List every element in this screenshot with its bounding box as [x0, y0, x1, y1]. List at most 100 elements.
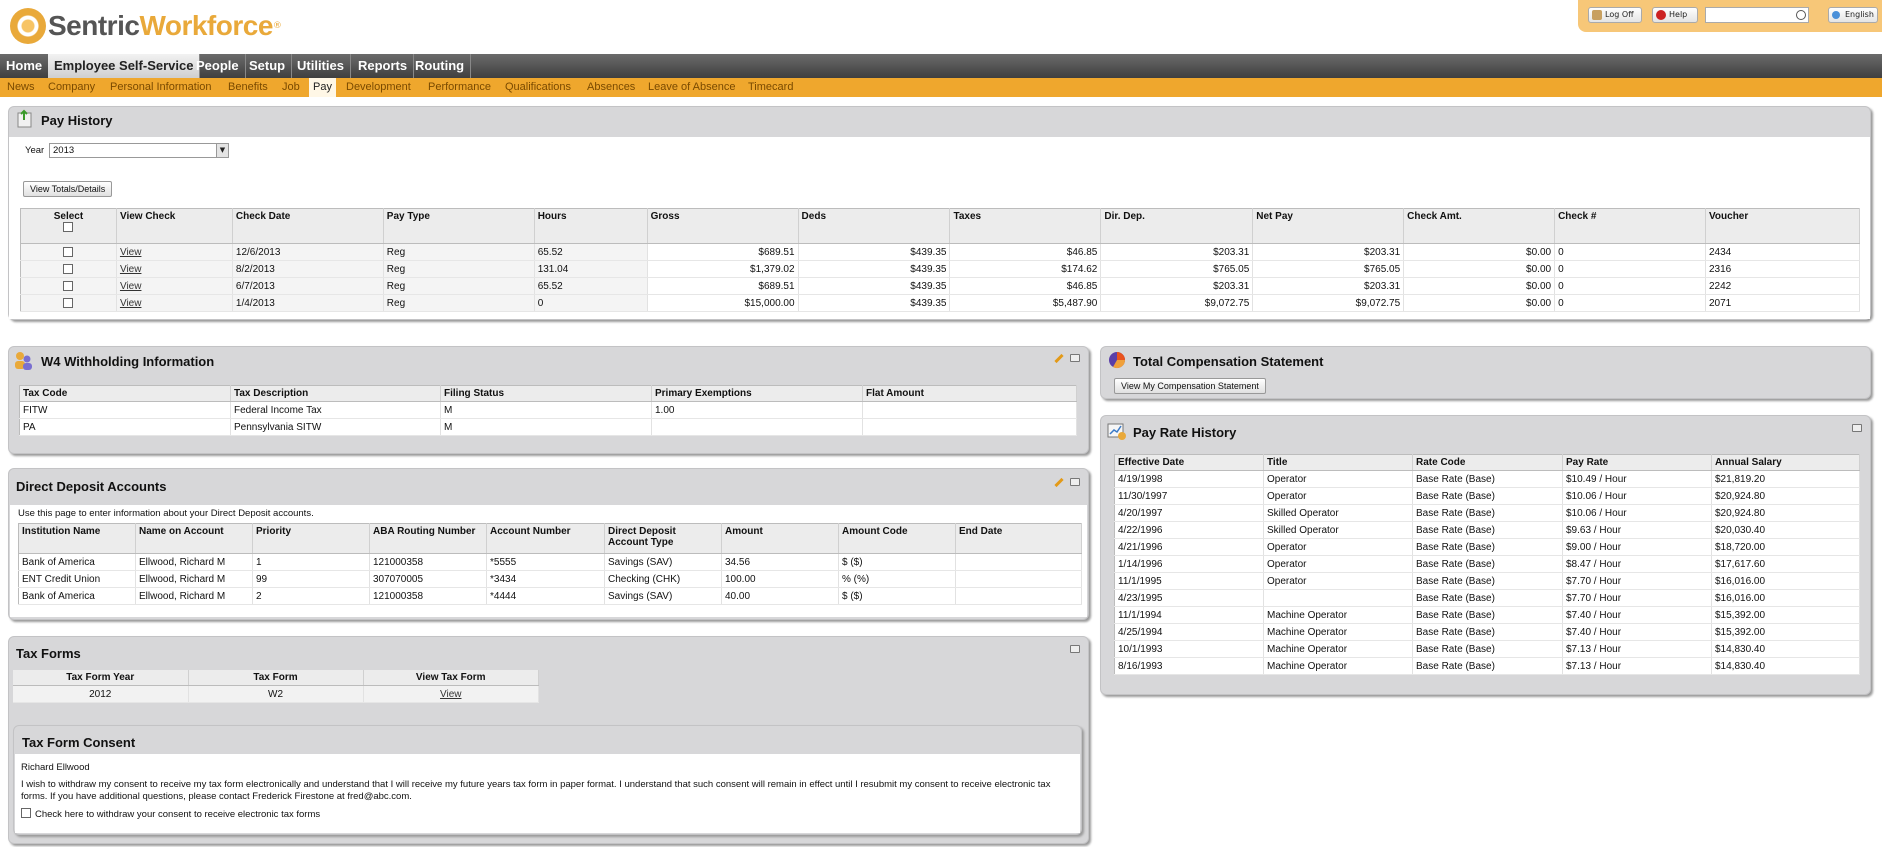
row-checkbox[interactable] [63, 263, 74, 274]
direct-deposit-table: Institution Name Name on Account Priorit… [18, 523, 1082, 605]
nav-utilities[interactable]: Utilities [291, 54, 351, 78]
search-input[interactable] [1705, 7, 1809, 23]
subnav-company[interactable]: Company [48, 78, 95, 97]
language-select[interactable]: English [1828, 7, 1878, 23]
nav-home[interactable]: Home [0, 54, 50, 78]
help-button[interactable]: Help [1652, 7, 1698, 23]
hours-cell: 65.52 [534, 277, 648, 295]
primary-exemptions-cell [651, 418, 863, 436]
year-label: Year [25, 145, 45, 156]
nav-employee-self-service[interactable]: Employee Self-Service [48, 54, 201, 78]
brand-registered-mark: ® [272, 21, 282, 31]
print-icon[interactable] [1070, 645, 1080, 653]
row-checkbox[interactable] [63, 280, 74, 291]
subnav-absences[interactable]: Absences [587, 78, 635, 97]
institution-name-cell: ENT Credit Union [18, 570, 136, 588]
deds-cell: $439.35 [798, 277, 951, 295]
effective-date-cell: 11/30/1997 [1114, 487, 1264, 505]
pay-rate-cell: $7.40 / Hour [1562, 606, 1712, 624]
table-row: View 1/4/2013 Reg 0 $15,000.00 $439.35 $… [20, 294, 1861, 312]
print-icon[interactable] [1070, 478, 1080, 486]
subnav-qualifications[interactable]: Qualifications [505, 78, 571, 97]
view-compensation-statement-button[interactable]: View My Compensation Statement [1114, 378, 1266, 394]
col-check-date: Check Date [232, 208, 384, 244]
view-tax-form-link[interactable]: View [440, 689, 462, 700]
col-deds: Deds [798, 208, 951, 244]
edit-pencil-icon[interactable] [1054, 477, 1064, 487]
withdraw-consent-checkbox[interactable] [21, 808, 31, 818]
view-check-link[interactable]: View [120, 247, 142, 258]
view-totals-details-button[interactable]: View Totals/Details [23, 181, 113, 197]
table-row: 1/14/1996 Operator Base Rate (Base) $8.47 /… [1114, 555, 1860, 573]
print-icon[interactable] [1070, 354, 1080, 362]
subnav-job[interactable]: Job [282, 78, 300, 97]
row-checkbox[interactable] [63, 297, 74, 308]
filing-status-cell: M [440, 401, 652, 419]
amount-code-cell: $ ($) [838, 553, 956, 571]
col-amount-code: Amount Code [838, 523, 956, 554]
check-number-cell: 0 [1554, 243, 1706, 261]
year-select[interactable]: 2013 ▼ [49, 143, 229, 158]
subnav-benefits[interactable]: Benefits [228, 78, 268, 97]
people-icon [15, 352, 32, 370]
consent-text-line2: forms. If you have additional questions,… [21, 791, 412, 802]
rate-chart-icon [1107, 423, 1126, 440]
row-select-cell [20, 260, 117, 278]
view-check-link[interactable]: View [120, 264, 142, 275]
subnav-timecard[interactable]: Timecard [748, 78, 793, 97]
subnav-development[interactable]: Development [346, 78, 411, 97]
name-on-account-cell: Ellwood, Richard M [135, 553, 253, 571]
row-checkbox[interactable] [63, 246, 74, 257]
subnav-news[interactable]: News [7, 78, 35, 97]
nav-setup[interactable]: Setup [243, 54, 293, 78]
col-institution-name: Institution Name [18, 523, 136, 554]
table-row: View 12/6/2013 Reg 65.52 $689.51 $439.35… [20, 243, 1861, 261]
view-check-cell: View [116, 243, 233, 261]
table-row: 11/1/1994 Machine Operator Base Rate (Base… [1114, 606, 1860, 624]
taxes-cell: $46.85 [949, 277, 1102, 295]
col-voucher: Voucher [1705, 208, 1861, 244]
effective-date-cell: 4/25/1994 [1114, 623, 1264, 641]
taxes-cell: $174.62 [949, 260, 1102, 278]
net-pay-cell: $203.31 [1252, 277, 1405, 295]
select-all-checkbox[interactable] [63, 222, 74, 233]
header: Sentric Workforce ® Log Off Help English [0, 0, 1882, 54]
hours-cell: 131.04 [534, 260, 648, 278]
sentric-workforce-logo[interactable]: Sentric Workforce ® [10, 6, 282, 46]
subnav-performance[interactable]: Performance [428, 78, 491, 97]
voucher-cell: 2316 [1705, 260, 1861, 278]
search-icon[interactable] [1796, 10, 1806, 20]
nav-people[interactable]: People [190, 54, 246, 78]
rate-code-cell: Base Rate (Base) [1412, 538, 1563, 556]
pie-chart-icon [1109, 352, 1126, 369]
edit-pencil-icon[interactable] [1054, 353, 1064, 363]
w4-tools [1054, 353, 1080, 364]
check-number-cell: 0 [1554, 260, 1706, 278]
subnav-leave-of-absence[interactable]: Leave of Absence [648, 78, 735, 97]
effective-date-cell: 8/16/1993 [1114, 657, 1264, 675]
view-check-link[interactable]: View [120, 298, 142, 309]
pay-type-cell: Reg [383, 277, 535, 295]
institution-name-cell: Bank of America [18, 587, 136, 605]
view-check-link[interactable]: View [120, 281, 142, 292]
voucher-cell: 2434 [1705, 243, 1861, 261]
col-account-number: Account Number [486, 523, 605, 554]
annual-salary-cell: $21,819.20 [1711, 470, 1860, 488]
table-row: 10/1/1993 Machine Operator Base Rate (Base… [1114, 640, 1860, 658]
nav-reports[interactable]: Reports [352, 54, 415, 78]
col-filing-status: Filing Status [440, 385, 652, 402]
print-icon[interactable] [1852, 424, 1862, 432]
logoff-button[interactable]: Log Off [1588, 7, 1642, 23]
flat-amount-cell [862, 418, 1077, 436]
subnav-personal-information[interactable]: Personal Information [110, 78, 212, 97]
primary-exemptions-cell: 1.00 [651, 401, 863, 419]
subnav-pay[interactable]: Pay [309, 78, 336, 97]
table-row: 4/22/1996 Skilled Operator Base Rate (Base… [1114, 521, 1860, 539]
rate-code-cell: Base Rate (Base) [1412, 555, 1563, 573]
check-date-cell: 12/6/2013 [232, 243, 384, 261]
nav-routing[interactable]: Routing [409, 54, 472, 78]
account-number-cell: *3434 [486, 570, 605, 588]
language-label: English [1845, 10, 1874, 19]
chevron-down-icon[interactable]: ▼ [216, 144, 228, 157]
col-tax-code: Tax Code [19, 385, 231, 402]
